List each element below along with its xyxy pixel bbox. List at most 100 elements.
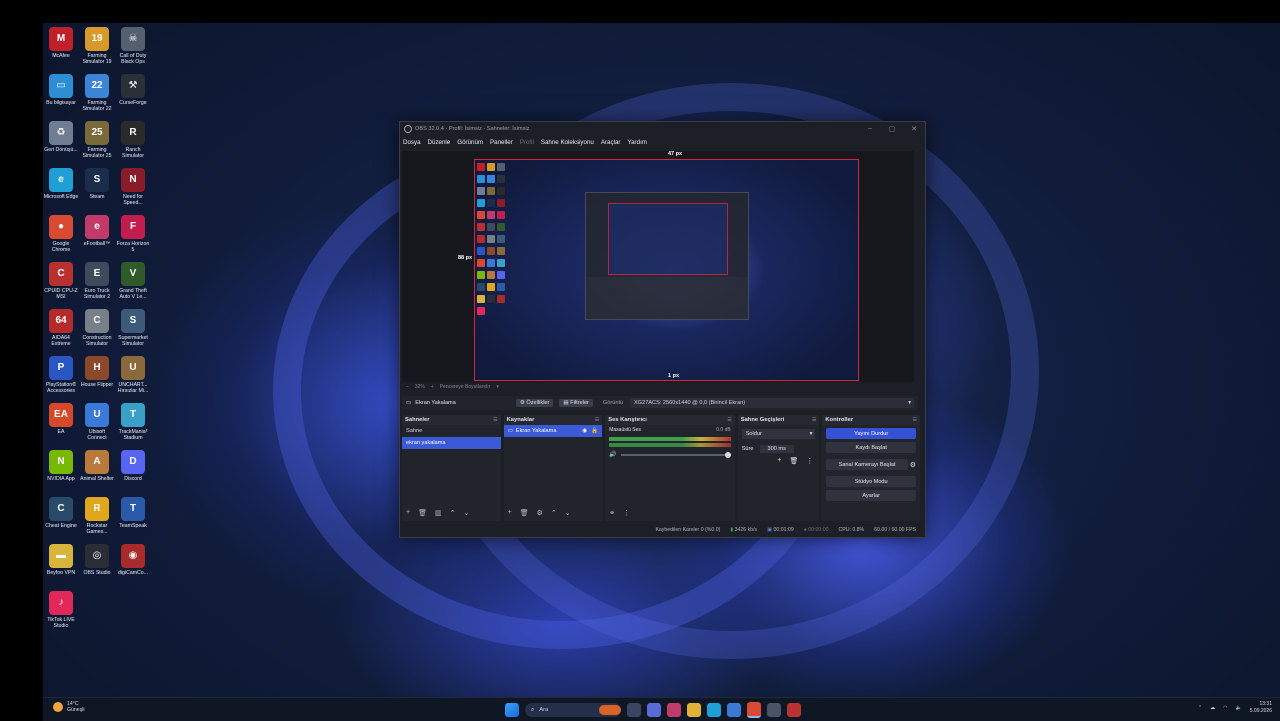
menu-yardim[interactable]: Yardım bbox=[627, 139, 646, 146]
dock-menu-icon[interactable]: ☰ bbox=[812, 417, 816, 423]
move-down-icon[interactable]: ⌄ bbox=[463, 509, 469, 517]
scene-item[interactable]: Sahne bbox=[402, 425, 501, 437]
volume-slider[interactable] bbox=[620, 451, 731, 458]
desktop-icon[interactable]: V Grand Theft Auto V Le... bbox=[115, 262, 151, 300]
desktop-icon[interactable]: e eFootball™ bbox=[79, 215, 115, 247]
zoom-out-icon[interactable]: – bbox=[406, 384, 409, 390]
desktop-icon[interactable]: ◉ digiCamCo... bbox=[115, 544, 151, 576]
clock[interactable]: 13:31 5.09.2026 bbox=[1250, 701, 1272, 715]
display-select[interactable]: XG27ACS: 2560x1440 @ 0,0 (Birincil Ekran… bbox=[630, 398, 914, 408]
maximize-icon[interactable]: ▢ bbox=[881, 125, 903, 133]
start-recording-button[interactable]: Kaydı Başlat bbox=[826, 442, 916, 453]
volume-icon[interactable]: 🔈 bbox=[1236, 705, 1242, 711]
desktop-icon[interactable]: M McAfee bbox=[43, 27, 79, 59]
desktop-icon[interactable]: ● Google Chrome bbox=[43, 215, 79, 253]
gear-icon[interactable]: ⚙ bbox=[910, 461, 916, 469]
copilot-icon[interactable] bbox=[667, 703, 681, 717]
cloud-icon[interactable]: ☁ bbox=[1210, 705, 1215, 711]
desktop-icon[interactable]: T TrackMania² Stadium bbox=[115, 403, 151, 441]
menu-duzenle[interactable]: Düzenle bbox=[428, 139, 451, 146]
fit-to-window-button[interactable]: Pencereye Boyutlandır bbox=[440, 384, 491, 390]
link-icon[interactable]: ⚭ bbox=[609, 509, 615, 517]
desktop-icon[interactable]: S Supermarket Simulator bbox=[115, 309, 151, 347]
studio-mode-button[interactable]: Stüdyo Modu bbox=[826, 476, 916, 487]
add-icon[interactable]: + bbox=[777, 457, 781, 465]
desktop-icon[interactable]: ♻ Geri Dönüşü... bbox=[43, 121, 79, 153]
menu-sahne-koleksiyonu[interactable]: Sahne Koleksiyonu bbox=[541, 139, 594, 146]
desktop-icon[interactable]: 19 Farming Simulator 19 bbox=[79, 27, 115, 65]
desktop-icon[interactable]: C CPUID CPU-Z MSI bbox=[43, 262, 79, 300]
move-up-icon[interactable]: ⌃ bbox=[551, 509, 557, 517]
close-icon[interactable]: ✕ bbox=[903, 125, 925, 133]
duration-input[interactable]: 300 ms bbox=[759, 445, 794, 453]
dock-menu-icon[interactable]: ☰ bbox=[595, 417, 599, 423]
desktop-icon[interactable]: S Steam bbox=[79, 168, 115, 200]
trash-icon[interactable]: 🗑 bbox=[789, 457, 798, 465]
add-icon[interactable]: + bbox=[508, 509, 512, 517]
desktop-icon[interactable]: A Animal Shelter bbox=[79, 450, 115, 482]
desktop-icon[interactable]: C Cheat Engine bbox=[43, 497, 79, 529]
menu-paneller[interactable]: Paneller bbox=[490, 139, 513, 146]
edge-icon[interactable] bbox=[707, 703, 721, 717]
minimize-icon[interactable]: – bbox=[859, 125, 881, 133]
desktop-icon[interactable]: R Rockstar Games... bbox=[79, 497, 115, 535]
settings-button[interactable]: Ayarlar bbox=[826, 490, 916, 501]
menu-araclar[interactable]: Araçlar bbox=[601, 139, 621, 146]
desktop-icon[interactable]: 22 Farming Simulator 22 bbox=[79, 74, 115, 112]
start-virtual-camera-button[interactable]: Sanal Kamerayı Başlat bbox=[826, 459, 908, 470]
menu-dosya[interactable]: Dosya bbox=[403, 139, 421, 146]
chevron-down-icon[interactable]: ▾ bbox=[496, 384, 499, 390]
filters-button[interactable]: ▤ Filtreler bbox=[559, 399, 593, 407]
desktop-icon[interactable]: E Euro Truck Simulator 2 bbox=[79, 262, 115, 300]
teams-icon[interactable] bbox=[647, 703, 661, 717]
chrome-icon[interactable] bbox=[747, 702, 761, 718]
preview-canvas[interactable] bbox=[474, 159, 859, 381]
store-icon[interactable] bbox=[727, 703, 741, 717]
desktop-icon[interactable]: T TeamSpeak bbox=[115, 497, 151, 529]
speaker-icon[interactable]: 🔊 bbox=[609, 451, 616, 458]
move-up-icon[interactable]: ⌃ bbox=[450, 509, 456, 517]
desktop-icon[interactable]: R Ranch Simulator bbox=[115, 121, 151, 159]
menu-gorunum[interactable]: Görünüm bbox=[457, 139, 483, 146]
desktop-icon[interactable]: ♪ TikTok LIVE Studio bbox=[43, 591, 79, 629]
weather-widget[interactable]: 14°C Güneşli bbox=[53, 701, 85, 713]
obs-titlebar[interactable]: OBS 32.0.4 - Profil: İsimsiz - Sahneler:… bbox=[400, 122, 925, 136]
desktop-icon[interactable]: D Discord bbox=[115, 450, 151, 482]
desktop-icon[interactable]: 25 Farming Simulator 25 bbox=[79, 121, 115, 159]
trash-icon[interactable]: 🗑 bbox=[418, 509, 427, 517]
file-explorer-icon[interactable] bbox=[687, 703, 701, 717]
preview-area[interactable]: 47 px 88 px 1 px bbox=[402, 151, 914, 382]
desktop-icon[interactable]: e Microsoft Edge bbox=[43, 168, 79, 200]
dock-menu-icon[interactable]: ☰ bbox=[493, 417, 497, 423]
task-view-icon[interactable] bbox=[627, 703, 641, 717]
desktop-icon[interactable]: N NVIDIA App bbox=[43, 450, 79, 482]
chevron-up-icon[interactable]: ⌃ bbox=[1198, 705, 1202, 711]
desktop-icon[interactable]: U UNCHART... Hırsızlar Mi... bbox=[115, 356, 151, 394]
desktop-icon[interactable]: U Ubisoft Connect bbox=[79, 403, 115, 441]
trash-icon[interactable]: 🗑 bbox=[520, 509, 529, 517]
eye-icon[interactable]: ◉ bbox=[582, 428, 587, 434]
desktop-icon[interactable]: C Construction Simulator bbox=[79, 309, 115, 347]
source-item[interactable]: ▭ Ekran Yakalama ◉ 🔒 bbox=[503, 425, 603, 437]
stop-streaming-button[interactable]: Yayını Durdur bbox=[826, 428, 916, 439]
dock-menu-icon[interactable]: ☰ bbox=[913, 417, 917, 423]
start-windows-icon[interactable] bbox=[505, 703, 519, 717]
desktop-icon[interactable]: H House Flipper bbox=[79, 356, 115, 388]
obs-window[interactable]: OBS 32.0.4 - Profil: İsimsiz - Sahneler:… bbox=[399, 121, 926, 538]
desktop-icon[interactable]: ▭ Bu bilgisayar bbox=[43, 74, 79, 106]
obs-taskbar-icon[interactable] bbox=[787, 703, 801, 717]
dock-menu-icon[interactable]: ☰ bbox=[727, 417, 731, 423]
add-icon[interactable]: + bbox=[406, 509, 410, 517]
desktop-icon[interactable]: ◎ OBS Studio bbox=[79, 544, 115, 576]
wifi-icon[interactable]: ◠ bbox=[1223, 705, 1227, 711]
desktop-icon[interactable]: P PlayStation® Accessories bbox=[43, 356, 79, 394]
taskbar-search[interactable]: ⌕ Ara bbox=[525, 703, 621, 717]
filter-icon[interactable]: ▥ bbox=[435, 509, 442, 517]
move-down-icon[interactable]: ⌄ bbox=[565, 509, 571, 517]
settings-icon[interactable] bbox=[767, 703, 781, 717]
desktop-icon[interactable]: 64 AIDA64 Extreme bbox=[43, 309, 79, 347]
zoom-in-icon[interactable]: + bbox=[431, 384, 434, 390]
lock-icon[interactable]: 🔒 bbox=[591, 428, 598, 434]
menu-profil[interactable]: Profil bbox=[520, 139, 534, 146]
more-icon[interactable]: ⋮ bbox=[806, 457, 813, 465]
